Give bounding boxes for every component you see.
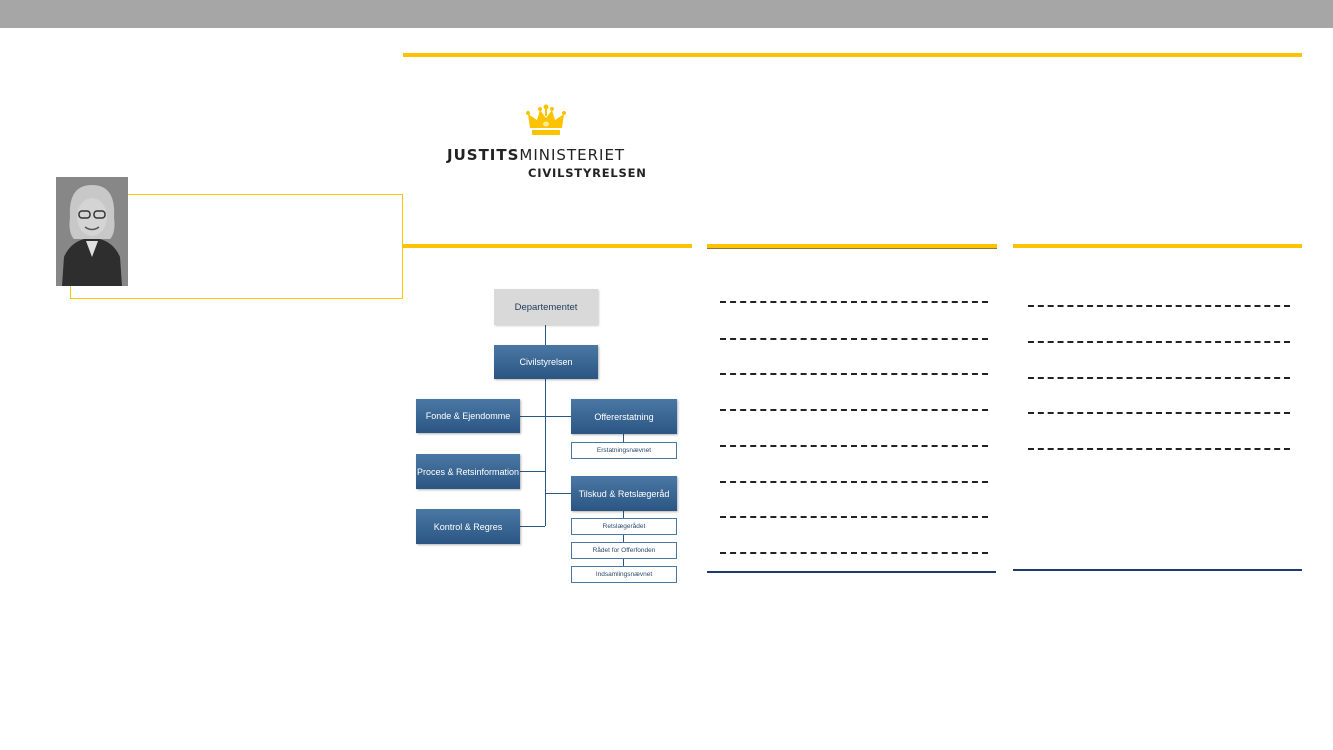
connector [623, 434, 624, 442]
column-rule-middle [707, 244, 997, 248]
logo-title-bold: JUSTITS [447, 146, 520, 164]
connector [520, 416, 545, 417]
middle-list-row [720, 373, 988, 375]
right-list-row [1028, 341, 1290, 343]
connector [520, 526, 545, 527]
right-list-row [1028, 412, 1290, 414]
org-box-offererstatning: Offererstatning [571, 399, 677, 434]
connector [623, 559, 624, 566]
org-box-fonde-ejendomme: Fonde & Ejendomme [416, 399, 520, 433]
connector [545, 493, 571, 494]
middle-list-row [720, 445, 988, 447]
org-box-civilstyrelsen: Civilstyrelsen [494, 345, 598, 379]
right-list-row [1028, 305, 1290, 307]
middle-list-row [720, 338, 988, 340]
right-list-row [1028, 448, 1290, 450]
connector [545, 416, 571, 417]
connector [520, 471, 545, 472]
org-box-raadet-for-offerfonden: Rådet for Offerfonden [571, 542, 677, 559]
org-box-tilskud-retslaegeraad: Tilskud & Retslægeråd [571, 476, 677, 511]
middle-list-row [720, 301, 988, 303]
middle-list-row [720, 409, 988, 411]
column-rule-right [1013, 244, 1302, 248]
org-box-departementet: Departementet [494, 289, 598, 325]
middle-list-row [720, 481, 988, 483]
right-list-row [1028, 377, 1290, 379]
logo-title: JUSTITSMINISTERIET [447, 146, 625, 164]
header-rule [403, 53, 1302, 57]
profile-photo [56, 177, 128, 286]
crown-icon [526, 104, 566, 135]
logo-title-rest: MINISTERIET [519, 146, 626, 164]
connector [623, 535, 624, 542]
person-portrait-image [56, 177, 128, 286]
org-box-kontrol-regres: Kontrol & Regres [416, 509, 520, 544]
connector [623, 511, 624, 518]
middle-list-row [720, 516, 988, 518]
org-box-proces-retsinformation: Proces & Retsinformation [416, 454, 520, 489]
connector [545, 325, 546, 345]
org-box-retslaegeraadet: Retslægerådet [571, 518, 677, 535]
middle-list-row [720, 552, 988, 554]
middle-column-bottom-rule [707, 571, 996, 573]
column-rule-left [403, 244, 692, 248]
org-box-erstatningsnaevnet: Erstatningsnævnet [571, 442, 677, 459]
org-box-indsamlingsnaevnet: Indsamlingsnævnet [571, 566, 677, 583]
top-bar [0, 0, 1333, 28]
connector [545, 379, 546, 526]
justitsministeriet-logo: JUSTITSMINISTERIET CIVILSTYRELSEN [440, 100, 650, 185]
right-column-bottom-rule [1013, 569, 1302, 571]
logo-subtitle: CIVILSTYRELSEN [528, 166, 647, 180]
